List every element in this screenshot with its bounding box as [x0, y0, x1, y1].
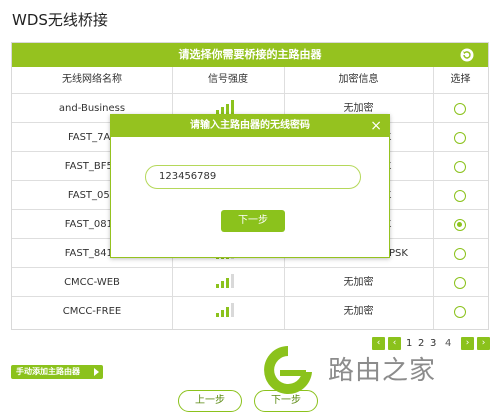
password-input[interactable]: 123456789 — [145, 165, 361, 189]
refresh-icon[interactable] — [460, 48, 474, 62]
table-row-ssid: CMCC-FREE — [62, 306, 122, 317]
select-radio[interactable] — [454, 103, 466, 115]
column-header-signal: 信号强度 — [208, 74, 248, 85]
column-header-ssid: 无线网络名称 — [62, 74, 122, 85]
add-router-button[interactable]: 手动添加主路由器 — [11, 365, 103, 379]
page-title: WDS无线桥接 — [12, 11, 108, 29]
table-title: 请选择你需要桥接的主路由器 — [178, 48, 322, 61]
signal-strength-icon — [216, 303, 240, 317]
password-dialog: 请输入主路由器的无线密码 × 123456789 下一步 — [110, 114, 390, 258]
table-title-bar: 请选择你需要桥接的主路由器 — [12, 43, 488, 67]
select-radio-checked[interactable] — [454, 219, 466, 231]
dialog-title: 请输入主路由器的无线密码 — [111, 115, 389, 137]
signal-strength-icon — [216, 274, 240, 288]
signal-strength-icon — [216, 100, 240, 114]
column-header-encryption: 加密信息 — [338, 74, 379, 85]
select-radio[interactable] — [454, 161, 466, 173]
close-icon[interactable]: × — [370, 115, 382, 137]
watermark: 路由之家 — [258, 340, 494, 400]
watermark-logo-icon — [264, 346, 312, 394]
select-radio[interactable] — [454, 277, 466, 289]
watermark-text: 路由之家 — [328, 356, 437, 386]
table-row-encryption: 无加密 — [343, 306, 374, 317]
select-radio[interactable] — [454, 248, 466, 260]
select-radio[interactable] — [454, 190, 466, 202]
prev-step-button[interactable]: 上一步 — [178, 390, 242, 412]
column-header-select: 选择 — [450, 74, 471, 85]
table-row-encryption: 无加密 — [343, 277, 374, 288]
select-radio[interactable] — [454, 306, 466, 318]
dialog-next-button[interactable]: 下一步 — [221, 210, 285, 232]
select-radio[interactable] — [454, 132, 466, 144]
table-row-ssid: CMCC-WEB — [64, 277, 120, 288]
